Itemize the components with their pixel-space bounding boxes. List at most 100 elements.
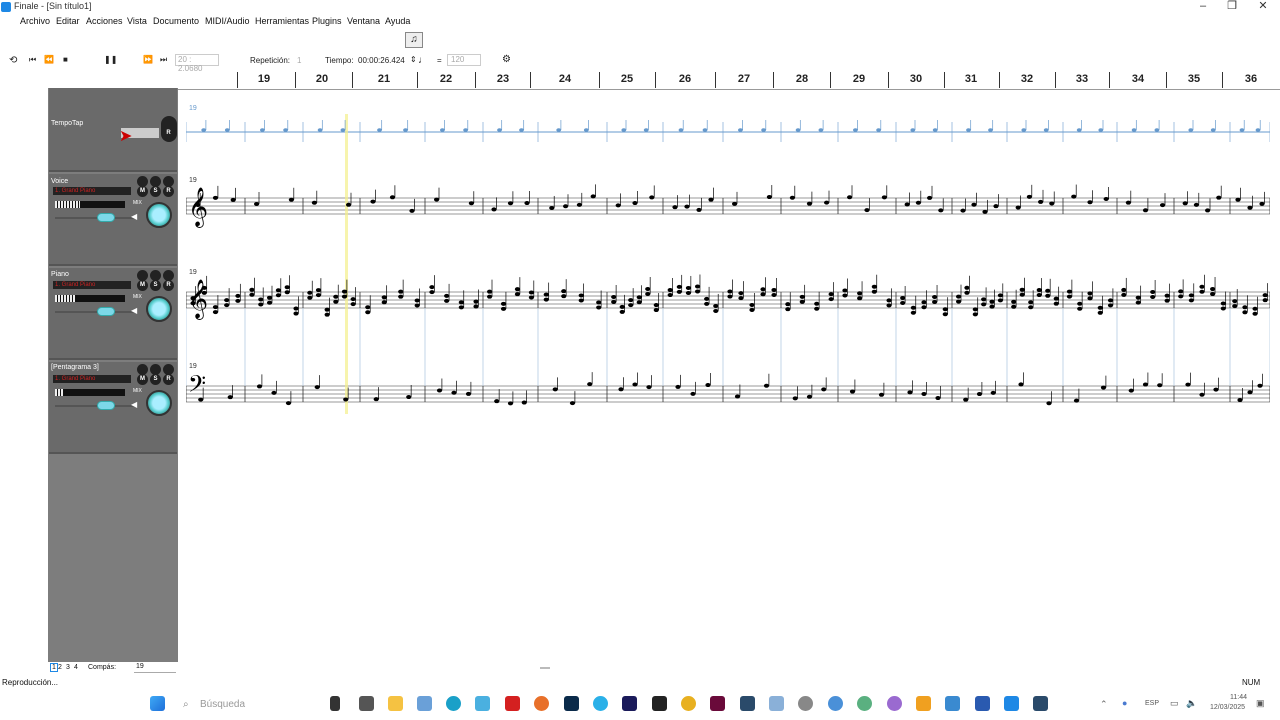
repeat-value[interactable]: 1 <box>297 56 301 65</box>
page-tab-1[interactable]: 1 <box>50 663 58 672</box>
app-icon[interactable] <box>330 696 340 711</box>
page-tab-2[interactable]: 2 <box>58 664 62 671</box>
ruler-measure-31[interactable]: 31 <box>965 73 977 85</box>
acrobat-icon[interactable] <box>505 696 520 711</box>
menu-midi-audio[interactable]: MIDI/Audio <box>205 16 250 26</box>
app-icon[interactable] <box>652 696 667 711</box>
ruler-measure-26[interactable]: 26 <box>679 73 691 85</box>
mute-button[interactable]: M <box>137 186 148 197</box>
network-icon[interactable]: ▭ <box>1170 698 1179 709</box>
pan-dial[interactable] <box>146 390 172 416</box>
mute-button[interactable]: M <box>137 280 148 291</box>
ruler-measure-35[interactable]: 35 <box>1188 73 1200 85</box>
spin-icon[interactable]: ⇕ <box>410 55 417 64</box>
chrome-profile-icon[interactable] <box>857 696 872 711</box>
app-icon[interactable] <box>1033 696 1048 711</box>
language-indicator[interactable]: ESP <box>1145 700 1159 707</box>
rewind-icon[interactable]: ⏪ <box>44 55 54 64</box>
firefox-icon[interactable] <box>534 696 549 711</box>
ruler-measure-24[interactable]: 24 <box>559 73 571 85</box>
menu-ventana[interactable]: Ventana <box>347 16 380 26</box>
tempo-field[interactable]: 120 <box>447 54 481 66</box>
taskbar-search[interactable]: Búsqueda <box>200 699 245 710</box>
menu-editar[interactable]: Editar <box>56 16 80 26</box>
volume-slider-knob[interactable] <box>97 401 115 410</box>
menu-acciones[interactable]: Acciones <box>86 16 123 26</box>
volume-slider-knob[interactable] <box>97 307 115 316</box>
volume-slider[interactable] <box>55 405 135 407</box>
resize-handle[interactable] <box>540 667 550 669</box>
microphone-icon[interactable]: ● <box>1122 698 1127 708</box>
counter-field[interactable]: 20 : 2.0680 <box>175 54 219 73</box>
fast-forward-icon[interactable]: ⏩ <box>143 55 153 64</box>
loop-icon[interactable]: ⟲ <box>9 55 17 66</box>
ruler-measure-36[interactable]: 36 <box>1245 73 1257 85</box>
volume-slider[interactable] <box>55 217 135 219</box>
instrument-select[interactable]: 1. Grand Piano <box>53 281 131 289</box>
menu-documento[interactable]: Documento <box>153 16 199 26</box>
notification-icon[interactable]: ▣ <box>1256 698 1265 709</box>
menu-plugins[interactable]: Plugins <box>312 16 342 26</box>
ruler-measure-25[interactable]: 25 <box>621 73 633 85</box>
stop-icon[interactable]: ■ <box>63 55 68 64</box>
ruler-measure-28[interactable]: 28 <box>796 73 808 85</box>
volume-slider-knob[interactable] <box>97 213 115 222</box>
windows-start-icon[interactable] <box>150 696 165 711</box>
word-icon[interactable] <box>975 696 990 711</box>
audition-icon[interactable] <box>622 696 637 711</box>
page-tab-3[interactable]: 3 <box>66 664 70 671</box>
pan-dial[interactable] <box>146 296 172 322</box>
app-icon[interactable] <box>740 696 755 711</box>
app-icon[interactable] <box>916 696 931 711</box>
edge-icon[interactable] <box>446 696 461 711</box>
file-explorer-icon[interactable] <box>388 696 403 711</box>
ruler-measure-27[interactable]: 27 <box>738 73 750 85</box>
chevron-up-icon[interactable]: ⌃ <box>1100 699 1108 710</box>
ruler-measure-23[interactable]: 23 <box>497 73 509 85</box>
score-view[interactable]: 19 19 19 19 𝄞 𝄞 𝄢 <box>186 96 1270 436</box>
menu-vista[interactable]: Vista <box>127 16 147 26</box>
search-icon[interactable]: ⌕ <box>183 699 189 710</box>
record-button[interactable]: R <box>163 374 174 385</box>
record-button[interactable]: R <box>163 280 174 291</box>
ruler-measure-20[interactable]: 20 <box>316 73 328 85</box>
mute-button[interactable]: M <box>137 374 148 385</box>
ruler-measure-30[interactable]: 30 <box>910 73 922 85</box>
menu-archivo[interactable]: Archivo <box>20 16 50 26</box>
solo-button[interactable]: S <box>150 186 161 197</box>
forward-end-icon[interactable]: ⏭ <box>160 55 167 65</box>
app-icon[interactable] <box>593 696 608 711</box>
app-icon[interactable] <box>475 696 490 711</box>
chrome-icon[interactable] <box>681 696 696 711</box>
measure-field[interactable]: 19 <box>134 663 176 673</box>
close-icon[interactable]: ✕ <box>1254 0 1272 14</box>
app-icon[interactable] <box>945 696 960 711</box>
page-tab-4[interactable]: 4 <box>74 664 78 671</box>
chrome-profile-icon[interactable] <box>887 696 902 711</box>
ruler-measure-19[interactable]: 19 <box>258 73 270 85</box>
instrument-select[interactable]: 1. Grand Piano <box>53 375 131 383</box>
record-button[interactable]: R <box>163 128 174 139</box>
app-icon[interactable] <box>769 696 784 711</box>
menu-ayuda[interactable]: Ayuda <box>385 16 410 26</box>
indesign-icon[interactable] <box>710 696 725 711</box>
ruler-measure-22[interactable]: 22 <box>440 73 452 85</box>
solo-button[interactable]: S <box>150 280 161 291</box>
finale-taskbar-icon[interactable] <box>1004 696 1019 711</box>
ruler-measure-33[interactable]: 33 <box>1076 73 1088 85</box>
menu-herramientas[interactable]: Herramientas <box>255 16 309 26</box>
instrument-select[interactable]: 1. Grand Piano <box>53 187 131 195</box>
rewind-start-icon[interactable]: ⏮ <box>29 55 36 65</box>
chrome-profile-icon[interactable] <box>798 696 813 711</box>
ruler-measure-32[interactable]: 32 <box>1021 73 1033 85</box>
photoshop-icon[interactable] <box>564 696 579 711</box>
ruler-measure-34[interactable]: 34 <box>1132 73 1144 85</box>
restore-icon[interactable]: ❐ <box>1223 0 1241 14</box>
pause-icon[interactable]: ❚❚ <box>104 55 117 64</box>
pan-dial[interactable] <box>146 202 172 228</box>
volume-slider[interactable] <box>55 311 135 313</box>
ruler-measure-21[interactable]: 21 <box>378 73 390 85</box>
app-icon[interactable] <box>359 696 374 711</box>
volume-icon[interactable]: 🔈 <box>1186 698 1197 709</box>
calculator-icon[interactable] <box>417 696 432 711</box>
